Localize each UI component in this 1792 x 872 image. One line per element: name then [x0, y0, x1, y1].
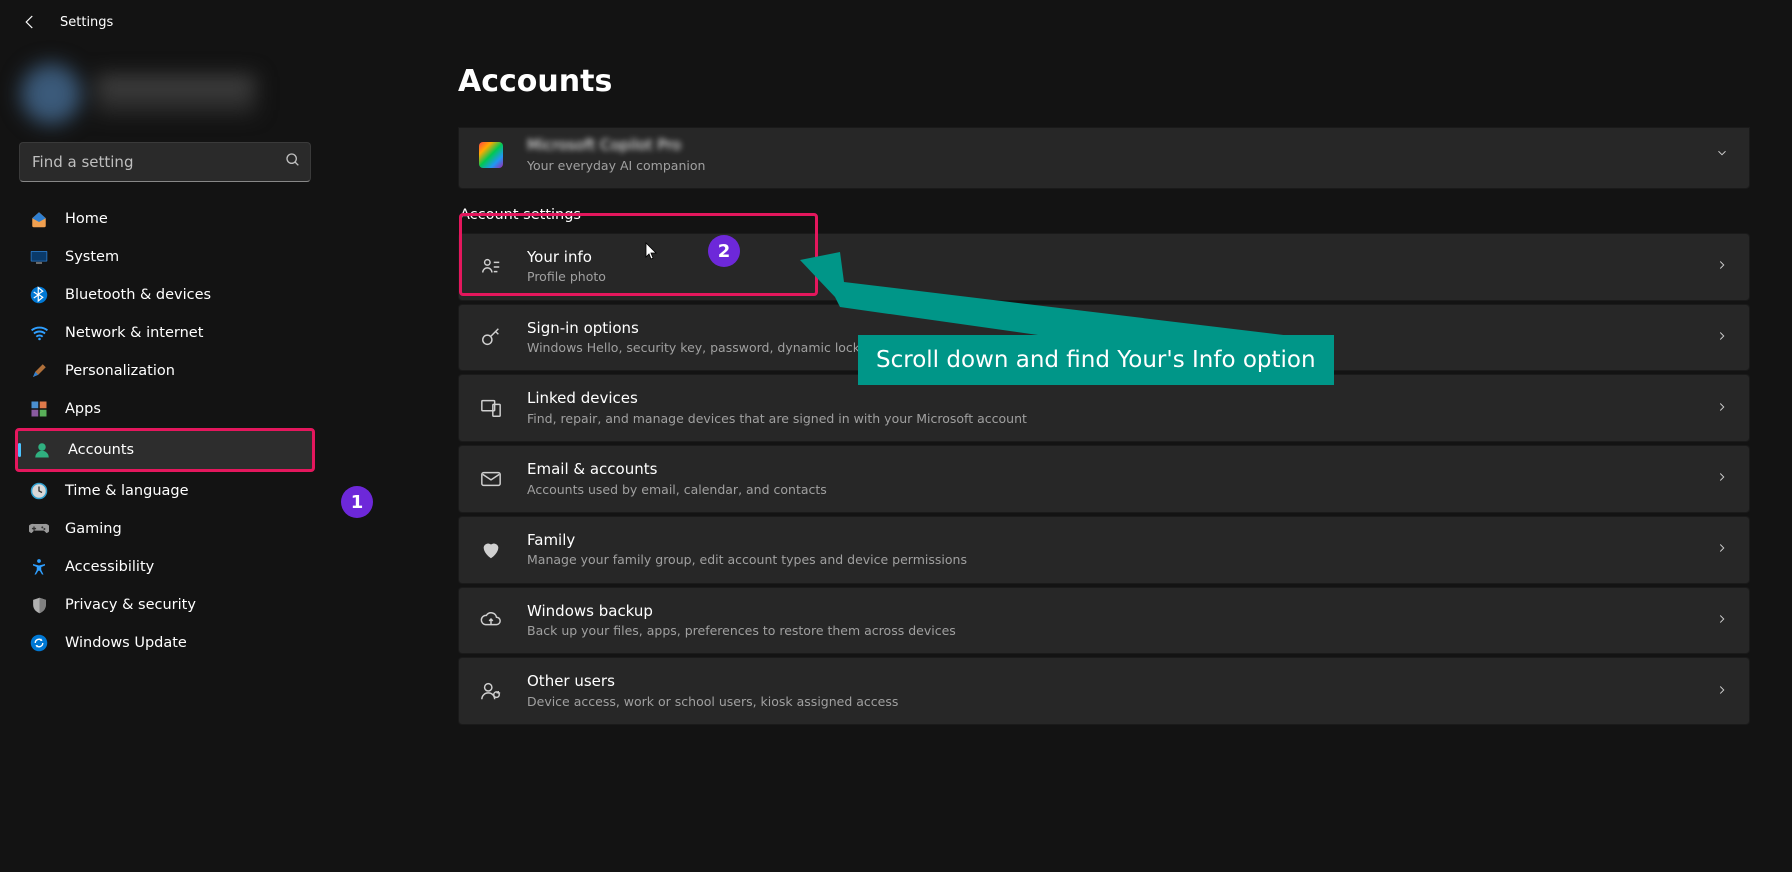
mail-icon: [479, 467, 503, 491]
sidebar-item-time[interactable]: Time & language: [15, 472, 315, 510]
profile-email: redacted@email.com: [96, 98, 255, 112]
nav-label: Bluetooth & devices: [65, 287, 211, 303]
brush-icon: [29, 361, 49, 381]
sidebar-item-privacy[interactable]: Privacy & security: [15, 586, 315, 624]
sidebar-item-network[interactable]: Network & internet: [15, 314, 315, 352]
card-title: Your info: [527, 248, 606, 268]
main-content: Accounts Microsoft Copilot Pro Your ever…: [330, 44, 1792, 872]
apps-icon: [29, 399, 49, 419]
wifi-icon: [29, 323, 49, 343]
search-wrap: [19, 142, 311, 182]
nav-menu: Home System Bluetooth & devices Network …: [15, 200, 315, 662]
card-email-accounts[interactable]: Email & accounts Accounts used by email,…: [458, 445, 1750, 513]
sidebar-item-system[interactable]: System: [15, 238, 315, 276]
chevron-right-icon: [1715, 682, 1729, 701]
sidebar-item-personalization[interactable]: Personalization: [15, 352, 315, 390]
sidebar-item-gaming[interactable]: Gaming: [15, 510, 315, 548]
nav-label: Time & language: [65, 483, 189, 499]
card-subtitle: Your everyday AI companion: [527, 158, 705, 174]
clock-icon: [29, 481, 49, 501]
back-button[interactable]: [20, 12, 40, 32]
card-subtitle: Manage your family group, edit account t…: [527, 552, 967, 568]
card-copilot[interactable]: Microsoft Copilot Pro Your everyday AI c…: [458, 127, 1750, 189]
accessibility-icon: [29, 557, 49, 577]
card-other-users[interactable]: Other users Device access, work or schoo…: [458, 657, 1750, 725]
nav-label: Network & internet: [65, 325, 203, 341]
page-title: Accounts: [458, 64, 1750, 99]
card-linked-devices[interactable]: Linked devices Find, repair, and manage …: [458, 374, 1750, 442]
card-family[interactable]: Family Manage your family group, edit ac…: [458, 516, 1750, 584]
card-subtitle: Accounts used by email, calendar, and co…: [527, 482, 827, 498]
card-subtitle: Back up your files, apps, preferences to…: [527, 623, 956, 639]
update-icon: [29, 633, 49, 653]
chevron-right-icon: [1715, 399, 1729, 418]
chevron-right-icon: [1715, 328, 1729, 347]
person-card-icon: [479, 255, 503, 279]
chevron-down-icon: [1715, 145, 1729, 164]
card-your-info[interactable]: Your info Profile photo: [458, 233, 1750, 301]
avatar: [21, 64, 81, 124]
user-profile[interactable]: Redacted User Name redacted@email.com: [15, 54, 315, 134]
titlebar: Settings: [0, 0, 1792, 44]
nav-label: Accessibility: [65, 559, 154, 575]
users-icon: [479, 679, 503, 703]
shield-icon: [29, 595, 49, 615]
card-title: Linked devices: [527, 389, 1027, 409]
sidebar: Redacted User Name redacted@email.com Ho…: [0, 44, 330, 872]
nav-label: Apps: [65, 401, 101, 417]
nav-label: Windows Update: [65, 635, 187, 651]
sidebar-item-update[interactable]: Windows Update: [15, 624, 315, 662]
card-signin-options[interactable]: Sign-in options Windows Hello, security …: [458, 304, 1750, 372]
chevron-right-icon: [1715, 469, 1729, 488]
card-title: Email & accounts: [527, 460, 827, 480]
chevron-right-icon: [1715, 540, 1729, 559]
search-input[interactable]: [19, 142, 311, 182]
card-title: Microsoft Copilot Pro: [527, 136, 705, 156]
arrow-left-icon: [21, 13, 39, 31]
person-icon: [32, 440, 52, 460]
card-subtitle: Profile photo: [527, 269, 606, 285]
app-title: Settings: [60, 15, 113, 30]
gamepad-icon: [29, 519, 49, 539]
sidebar-item-home[interactable]: Home: [15, 200, 315, 238]
chevron-right-icon: [1715, 257, 1729, 276]
nav-label: Privacy & security: [65, 597, 196, 613]
nav-label: Personalization: [65, 363, 175, 379]
nav-label: Accounts: [68, 442, 134, 458]
sidebar-item-accounts[interactable]: Accounts: [15, 428, 315, 472]
card-title: Windows backup: [527, 602, 956, 622]
card-subtitle: Find, repair, and manage devices that ar…: [527, 411, 1027, 427]
key-icon: [479, 325, 503, 349]
system-icon: [29, 247, 49, 267]
card-windows-backup[interactable]: Windows backup Back up your files, apps,…: [458, 587, 1750, 655]
card-title: Other users: [527, 672, 898, 692]
profile-name: Redacted User Name: [96, 76, 255, 94]
bluetooth-icon: [29, 285, 49, 305]
heart-icon: [479, 538, 503, 562]
nav-label: System: [65, 249, 119, 265]
chevron-right-icon: [1715, 611, 1729, 630]
card-subtitle: Device access, work or school users, kio…: [527, 694, 898, 710]
copilot-icon: [479, 143, 503, 167]
home-icon: [29, 209, 49, 229]
card-title: Sign-in options: [527, 319, 860, 339]
sidebar-item-accessibility[interactable]: Accessibility: [15, 548, 315, 586]
sidebar-item-bluetooth[interactable]: Bluetooth & devices: [15, 276, 315, 314]
nav-label: Home: [65, 211, 108, 227]
sidebar-item-apps[interactable]: Apps: [15, 390, 315, 428]
search-icon: [285, 152, 301, 172]
card-title: Family: [527, 531, 967, 551]
devices-icon: [479, 396, 503, 420]
backup-icon: [479, 608, 503, 632]
nav-label: Gaming: [65, 521, 122, 537]
card-subtitle: Windows Hello, security key, password, d…: [527, 340, 860, 356]
section-label: Account settings: [460, 207, 1750, 223]
